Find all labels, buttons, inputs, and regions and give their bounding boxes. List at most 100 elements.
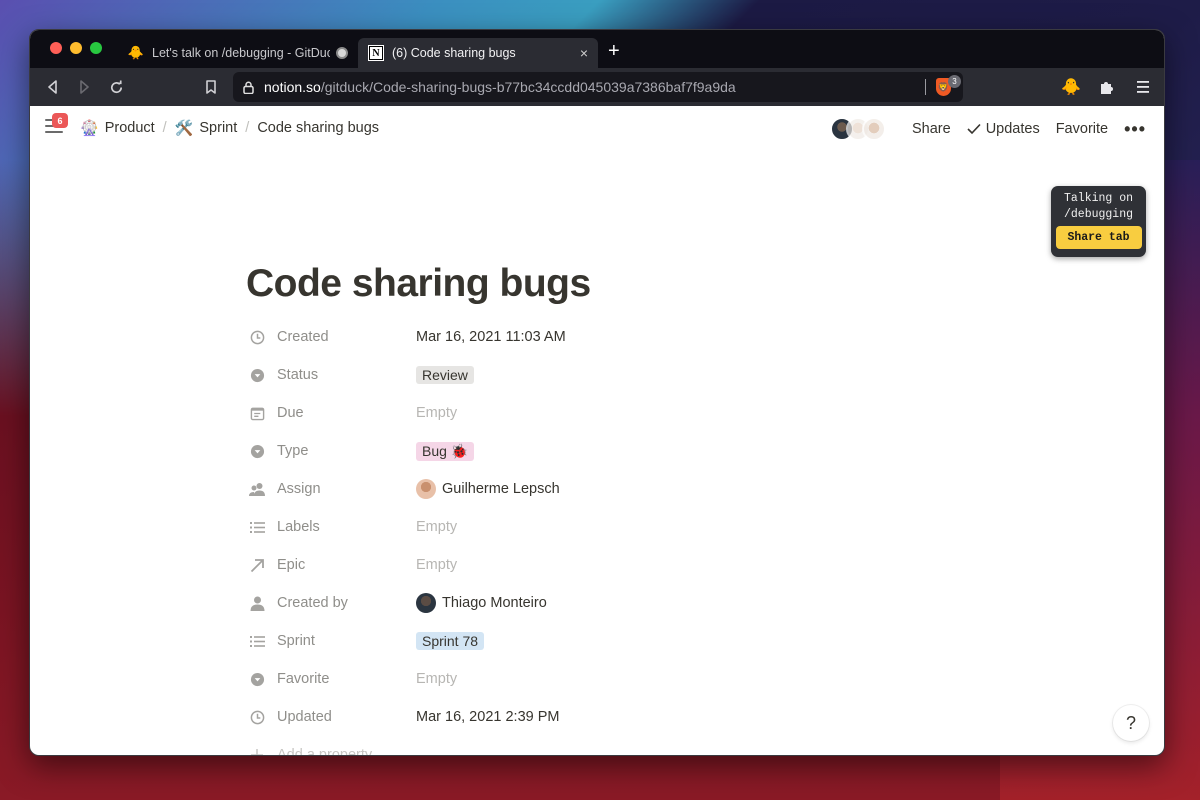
person-name: Thiago Monteiro — [442, 595, 547, 611]
avatar[interactable] — [861, 117, 886, 141]
property-name: Epic — [277, 557, 306, 573]
widget-text: /debugging — [1063, 208, 1133, 221]
bookmark-icon — [206, 80, 216, 94]
property-value-empty: Empty — [416, 519, 458, 535]
ferris-wheel-icon: 🎡 — [80, 120, 99, 137]
audio-indicator-icon[interactable] — [336, 47, 348, 59]
check-icon — [967, 123, 981, 135]
url-host: notion.so — [264, 79, 321, 95]
property-created-by[interactable]: Created by Thiago Monteiro — [246, 584, 566, 622]
share-tab-button[interactable]: Share tab — [1055, 226, 1142, 249]
property-type[interactable]: Type Bug 🐞 — [246, 432, 566, 470]
notion-topbar: 6 🎡 Product / 🛠️ Sprint / Code sharing b… — [30, 106, 1164, 151]
window-controls — [50, 42, 102, 54]
tab-title: (6) Code sharing bugs — [392, 46, 516, 60]
share-button[interactable]: Share — [904, 121, 959, 137]
minimize-window-button[interactable] — [70, 42, 82, 54]
url-path: /gitduck/Code-sharing-bugs-b77bc34ccdd04… — [320, 79, 736, 95]
calendar-icon — [249, 405, 265, 421]
favorite-button[interactable]: Favorite — [1048, 121, 1116, 137]
property-value: Mar 16, 2021 2:39 PM — [416, 709, 560, 725]
viewer-avatars[interactable] — [829, 117, 886, 141]
breadcrumb-separator: / — [245, 120, 250, 136]
properties-list: Created Mar 16, 2021 11:03 AM Status Rev… — [246, 318, 566, 756]
duck-icon: 🐥 — [127, 45, 145, 60]
select-icon — [249, 367, 265, 383]
property-value-empty: Empty — [416, 405, 458, 421]
property-name: Created by — [277, 595, 348, 611]
tab-title: Let's talk on /debugging - GitDuck — [152, 46, 330, 60]
breadcrumb-item-current[interactable]: Code sharing bugs — [257, 120, 379, 136]
avatar — [416, 593, 436, 613]
notification-badge: 6 — [52, 113, 68, 128]
add-property-button[interactable]: Add a property — [246, 736, 566, 756]
maximize-window-button[interactable] — [90, 42, 102, 54]
property-due[interactable]: Due Empty — [246, 394, 566, 432]
tab-notion[interactable]: N (6) Code sharing bugs × — [358, 38, 598, 68]
property-labels[interactable]: Labels Empty — [246, 508, 566, 546]
property-status[interactable]: Status Review — [246, 356, 566, 394]
gitduck-extension-icon[interactable]: 🐥 — [1060, 76, 1082, 98]
browser-toolbar: notion.so/gitduck/Code-sharing-bugs-b77b… — [30, 68, 1164, 106]
person-name: Guilherme Lepsch — [442, 481, 560, 497]
property-created[interactable]: Created Mar 16, 2021 11:03 AM — [246, 318, 566, 356]
property-favorite[interactable]: Favorite Empty — [246, 660, 566, 698]
property-name: Created — [277, 329, 329, 345]
breadcrumb-separator: / — [162, 120, 167, 136]
select-icon — [249, 671, 265, 687]
reload-icon — [110, 79, 122, 93]
address-bar[interactable]: notion.so/gitduck/Code-sharing-bugs-b77b… — [233, 72, 963, 102]
breadcrumb-label: Product — [104, 120, 155, 136]
breadcrumb-item-product[interactable]: 🎡 Product — [80, 119, 155, 137]
property-name: Status — [277, 367, 319, 383]
close-window-button[interactable] — [50, 42, 62, 54]
breadcrumb: 🎡 Product / 🛠️ Sprint / Code sharing bug… — [80, 119, 379, 137]
type-tag: Bug 🐞 — [416, 441, 475, 461]
gitduck-widget: Talking on /debugging Share tab — [1051, 186, 1146, 257]
property-value-empty: Empty — [416, 671, 458, 687]
bookmark-button[interactable] — [200, 76, 222, 98]
list-icon — [249, 633, 265, 649]
property-updated[interactable]: Updated Mar 16, 2021 2:39 PM — [246, 698, 566, 736]
property-value-empty: Empty — [416, 557, 458, 573]
reload-button[interactable] — [105, 76, 127, 98]
forward-icon — [80, 80, 89, 94]
topbar-actions: Share Updates Favorite ••• — [829, 117, 1146, 141]
select-icon — [249, 443, 265, 459]
updates-button[interactable]: Updates — [959, 121, 1048, 137]
property-name: Labels — [277, 519, 320, 535]
sprint-tag: Sprint 78 — [416, 632, 485, 650]
help-button[interactable]: ? — [1113, 705, 1149, 741]
updates-label: Updates — [985, 121, 1040, 137]
property-epic[interactable]: Epic Empty — [246, 546, 566, 584]
close-tab-icon[interactable]: × — [580, 45, 588, 61]
more-options-icon[interactable]: ••• — [1116, 119, 1146, 140]
forward-button[interactable] — [73, 76, 95, 98]
property-name: Assign — [277, 481, 321, 497]
back-icon — [48, 80, 57, 94]
page-title[interactable]: Code sharing bugs — [246, 262, 591, 306]
new-tab-button[interactable]: + — [608, 40, 620, 62]
browser-menu-icon[interactable] — [1132, 76, 1154, 98]
add-property-label: Add a property — [277, 747, 373, 756]
property-assign[interactable]: Assign Guilherme Lepsch — [246, 470, 566, 508]
property-name: Type — [277, 443, 309, 459]
property-sprint[interactable]: Sprint Sprint 78 — [246, 622, 566, 660]
notion-icon: N — [368, 45, 384, 61]
tab-gitduck[interactable]: 🐥 Let's talk on /debugging - GitDuck — [118, 38, 358, 68]
extensions-puzzle-icon[interactable] — [1096, 76, 1118, 98]
status-tag: Review — [416, 366, 474, 384]
browser-window: 🐥 Let's talk on /debugging - GitDuck N (… — [29, 29, 1165, 756]
clock-icon — [249, 709, 265, 725]
back-button[interactable] — [42, 76, 64, 98]
property-value: Mar 16, 2021 11:03 AM — [416, 329, 566, 345]
extensions-area: 🐥 — [1060, 76, 1154, 98]
property-name: Sprint — [277, 633, 315, 649]
clock-icon — [249, 329, 265, 345]
person-icon — [249, 595, 265, 611]
breadcrumb-item-sprint[interactable]: 🛠️ Sprint — [175, 119, 238, 137]
people-icon — [249, 481, 265, 497]
lock-icon — [243, 81, 254, 94]
tab-strip: 🐥 Let's talk on /debugging - GitDuck N (… — [30, 30, 1164, 68]
brave-shield-count: 3 — [948, 75, 961, 88]
